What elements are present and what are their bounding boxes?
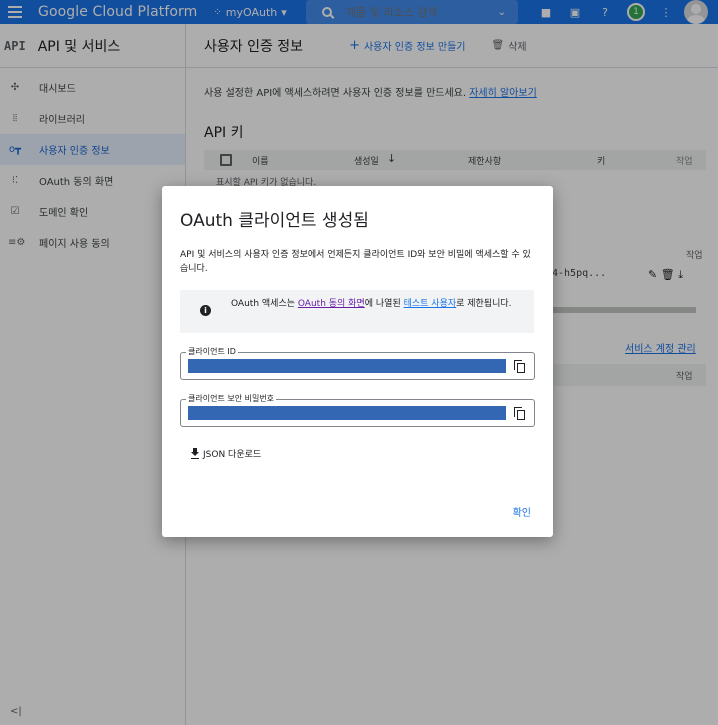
- copy-icon: [514, 360, 525, 373]
- client-secret-value[interactable]: [188, 406, 506, 420]
- copy-client-id-button[interactable]: [514, 360, 525, 373]
- info-text: OAuth 액세스는 OAuth 동의 화면에 나열된 테스트 사용자로 제한됩…: [231, 299, 512, 309]
- client-id-label: 클라이언트 ID: [186, 346, 238, 357]
- dialog-title: OAuth 클라이언트 생성됨: [180, 211, 369, 231]
- download-icon: [190, 448, 200, 459]
- ok-button[interactable]: 확인: [513, 504, 531, 519]
- dialog-description: API 및 서비스의 사용자 인증 정보에서 언제든지 클라이언트 ID와 보안…: [180, 250, 531, 274]
- oauth-consent-link[interactable]: OAuth 동의 화면: [298, 299, 365, 309]
- json-download-button[interactable]: JSON 다운로드: [190, 447, 261, 460]
- info-icon: i: [200, 305, 211, 316]
- test-users-link[interactable]: 테스트 사용자: [404, 299, 457, 309]
- copy-icon: [514, 407, 525, 420]
- info-box: i OAuth 액세스는 OAuth 동의 화면에 나열된 테스트 사용자로 제…: [180, 290, 534, 333]
- client-id-value[interactable]: [188, 359, 506, 373]
- oauth-created-dialog: OAuth 클라이언트 생성됨 API 및 서비스의 사용자 인증 정보에서 언…: [162, 186, 553, 537]
- client-id-field[interactable]: 클라이언트 ID: [180, 346, 535, 380]
- copy-client-secret-button[interactable]: [514, 407, 525, 420]
- client-secret-label: 클라이언트 보안 비밀번호: [186, 393, 277, 404]
- client-secret-field[interactable]: 클라이언트 보안 비밀번호: [180, 393, 535, 427]
